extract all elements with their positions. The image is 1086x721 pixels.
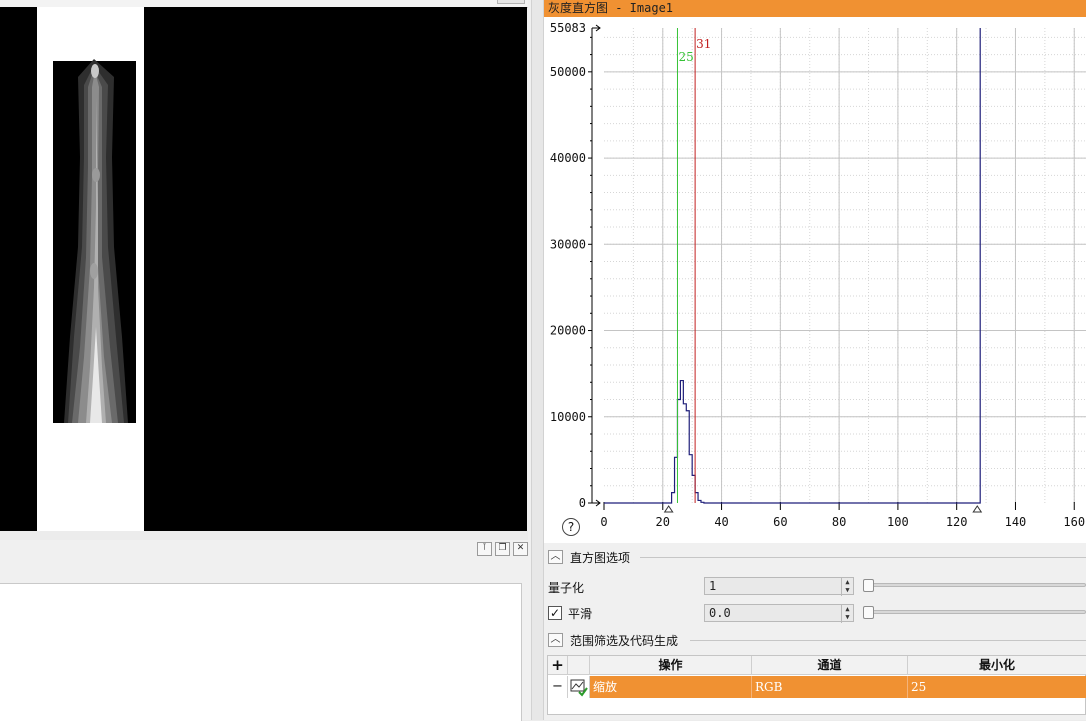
y-tick-label: 40000	[550, 151, 586, 165]
histogram-pane: 灰度直方图 - Image1 0 10000 20000 30000 40000 5000…	[544, 0, 1086, 720]
threshold-marker-label: 31	[696, 37, 711, 51]
x-tick-label: 80	[832, 515, 846, 529]
x-tick-label: 100	[887, 515, 909, 529]
y-max-arrow-icon	[592, 24, 601, 32]
smooth-checkbox[interactable]: ✓	[548, 606, 562, 620]
add-row-button[interactable]: +	[548, 656, 568, 675]
smooth-slider-handle[interactable]	[863, 606, 874, 619]
quantize-slider-handle[interactable]	[863, 579, 874, 592]
range-section-title: 范围筛选及代码生成	[570, 634, 679, 648]
y-tick-label: 0	[579, 496, 586, 510]
quantize-label: 量子化	[548, 581, 585, 595]
x-tick-label: 20	[656, 515, 670, 529]
remove-row-button[interactable]: −	[548, 676, 568, 698]
y-max-label: 55083	[550, 21, 586, 35]
smooth-spinbox[interactable]: 0.0 ▲ ▼	[704, 604, 854, 623]
histogram-series-line	[604, 28, 981, 504]
x-tick-label: 60	[773, 515, 787, 529]
threshold-marker-label: 25	[678, 50, 693, 64]
collapse-range-section-icon[interactable]: ︿	[548, 633, 563, 647]
column-header-min: 最小化	[908, 656, 1086, 675]
table-cell-min[interactable]: 25	[908, 676, 1086, 698]
spin-arrows-icon[interactable]: ▲ ▼	[841, 578, 853, 596]
histogram-plot: 0 10000 20000 30000 40000 50000 55083 0 20 40 60 80…	[550, 21, 1086, 529]
y-tick-label: 10000	[550, 410, 586, 424]
pin-icon[interactable]: ⊺	[477, 542, 492, 556]
x-tick-label: 0	[600, 515, 607, 529]
grayscale-image	[0, 7, 527, 531]
histogram-options-title: 直方图选项	[570, 551, 631, 565]
y-tick-label: 20000	[550, 324, 586, 338]
range-handle-icon	[663, 505, 674, 513]
histogram-window-title: 灰度直方图 - Image1	[544, 0, 1086, 17]
collapse-histogram-options-icon[interactable]: ︿	[548, 550, 563, 564]
y-zero-arrow-icon	[592, 499, 601, 507]
y-tick-label: 30000	[550, 237, 586, 251]
smooth-slider[interactable]	[868, 610, 1086, 614]
range-handle-icon	[972, 505, 983, 513]
x-tick-label: 120	[946, 515, 968, 529]
output-panel[interactable]	[0, 583, 522, 721]
x-tick-label: 160	[1063, 515, 1085, 529]
quantize-value: 1	[709, 579, 717, 593]
range-table[interactable]: + 操作 通道 最小化 − 缩放 RGB 25	[547, 655, 1086, 715]
y-tick-label: 50000	[550, 65, 586, 79]
x-tick-label: 140	[1005, 515, 1027, 529]
table-cell-operation[interactable]: 缩放	[590, 676, 752, 698]
close-icon[interactable]: ✕	[513, 542, 528, 556]
vertical-splitter[interactable]	[531, 0, 544, 720]
image-canvas[interactable]	[0, 7, 527, 531]
section-divider	[690, 640, 1086, 641]
icon-column-header	[568, 656, 590, 675]
column-header-channel: 通道	[752, 656, 908, 675]
help-icon[interactable]: ?	[562, 518, 580, 536]
column-header-operation: 操作	[590, 656, 752, 675]
quantize-slider[interactable]	[868, 583, 1086, 587]
scale-operation-icon	[568, 676, 590, 698]
output-dock-header: ⊺ ❐ ✕	[0, 540, 528, 580]
section-divider	[640, 557, 1086, 558]
float-icon[interactable]: ❐	[495, 542, 510, 556]
histogram-chart[interactable]: 0 10000 20000 30000 40000 50000 55083 0 20 40 60 80…	[544, 17, 1086, 543]
table-cell-channel[interactable]: RGB	[752, 676, 908, 698]
smooth-label: 平滑	[568, 607, 593, 621]
quantize-spinbox[interactable]: 1 ▲ ▼	[704, 577, 854, 596]
smooth-value: 0.0	[709, 606, 731, 620]
window-control-button[interactable]	[497, 0, 525, 4]
x-tick-label: 40	[714, 515, 728, 529]
spin-arrows-icon[interactable]: ▲ ▼	[841, 605, 853, 623]
